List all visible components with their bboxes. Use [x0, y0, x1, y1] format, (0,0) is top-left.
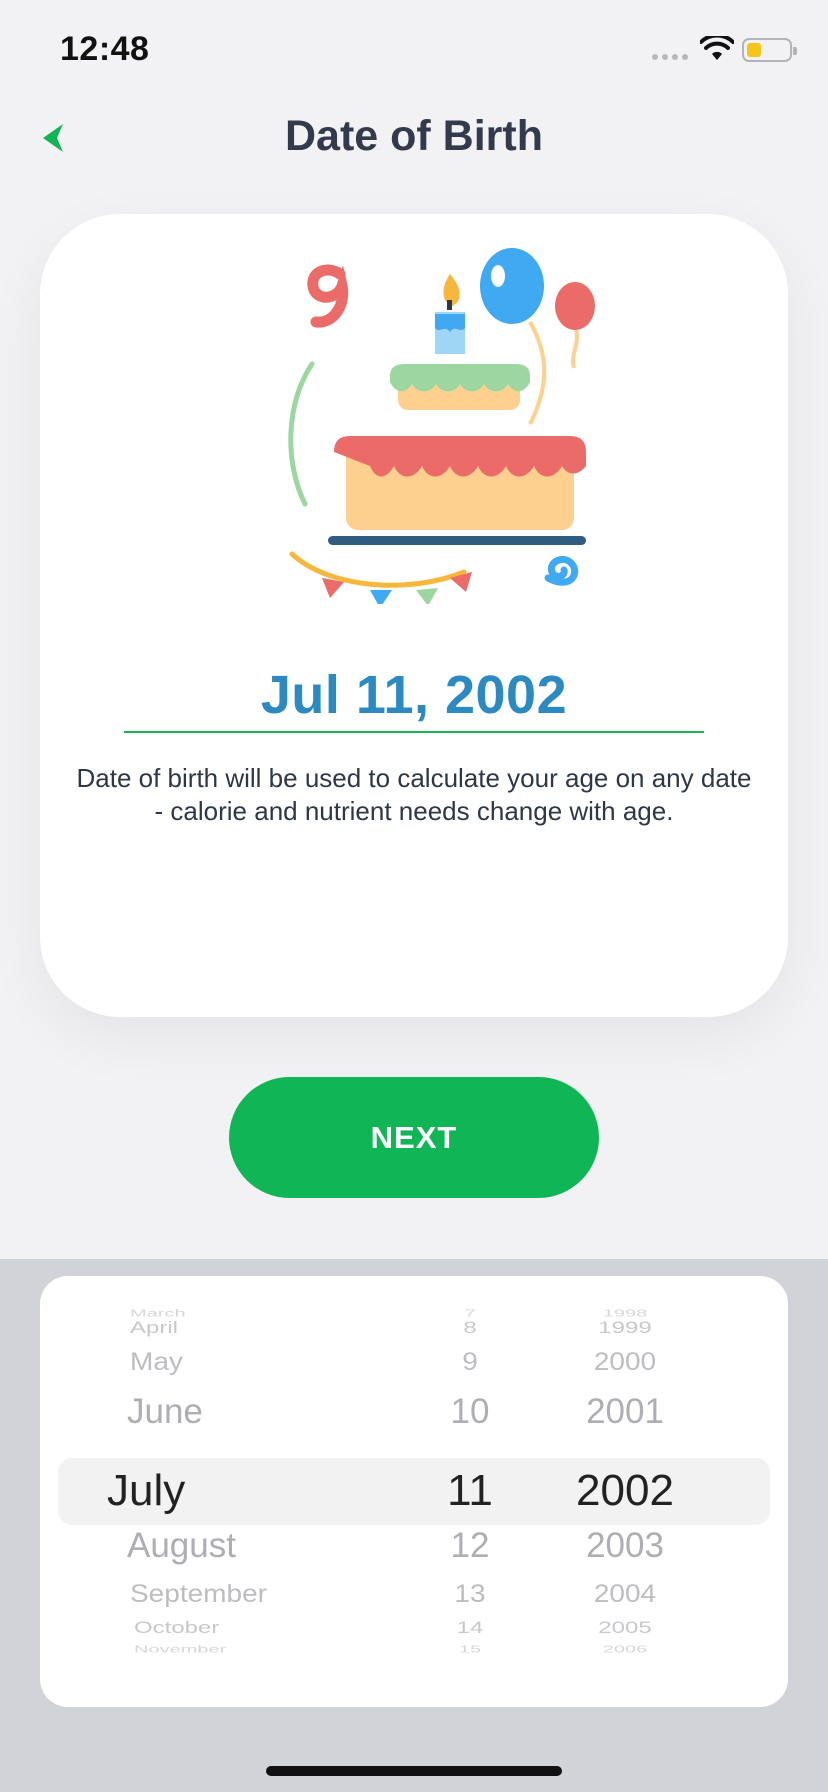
picker-month-item[interactable]: September: [130, 1580, 380, 1608]
picker-month-item[interactable]: May: [130, 1348, 380, 1376]
picker-month-item[interactable]: August: [127, 1526, 380, 1566]
picker-day-item[interactable]: 9: [410, 1348, 530, 1376]
picker-month-item-selected[interactable]: July: [107, 1466, 380, 1516]
date-description: Date of birth will be used to calculate …: [76, 763, 752, 826]
status-bar: 12:48: [0, 0, 828, 100]
day-wheel[interactable]: 7 8 9 10 11 12 13 14 15: [410, 1276, 530, 1707]
page-title: Date of Birth: [285, 112, 543, 160]
date-picker-sheet: March April May June July August Septemb…: [0, 1259, 828, 1792]
status-time: 12:48: [60, 30, 150, 68]
navigation-bar: Date of Birth: [0, 100, 828, 180]
picker-year-item[interactable]: 2001: [540, 1392, 710, 1432]
battery-icon: [742, 38, 797, 62]
picker-day-item[interactable]: 8: [410, 1318, 530, 1338]
picker-day-item[interactable]: 13: [410, 1580, 530, 1608]
home-indicator[interactable]: [266, 1766, 562, 1776]
picker-year-item[interactable]: 2005: [540, 1618, 710, 1638]
picker-day-item-selected[interactable]: 11: [410, 1466, 530, 1516]
date-card: Jul 11, 2002 Date of birth will be used …: [40, 214, 788, 1017]
signal-icon: [652, 54, 688, 60]
picker-day-item[interactable]: 15: [410, 1644, 530, 1656]
picker-year-item[interactable]: 2004: [540, 1580, 710, 1608]
selected-date-value[interactable]: Jul 11, 2002: [40, 664, 788, 726]
picker-day-item[interactable]: 14: [410, 1618, 530, 1638]
picker-year-item[interactable]: 2000: [540, 1348, 710, 1376]
year-wheel[interactable]: 1998 1999 2000 2001 2002 2003 2004 2005 …: [540, 1276, 710, 1707]
picker-month-item[interactable]: April: [130, 1318, 380, 1338]
picker-year-item[interactable]: 1999: [540, 1318, 710, 1338]
picker-day-item[interactable]: 10: [410, 1392, 530, 1432]
picker-year-item[interactable]: 2003: [540, 1526, 710, 1566]
picker-month-item[interactable]: October: [134, 1618, 380, 1638]
picker-year-item[interactable]: 2006: [540, 1644, 710, 1656]
next-button[interactable]: NEXT: [229, 1077, 599, 1198]
month-wheel[interactable]: March April May June July August Septemb…: [107, 1276, 380, 1707]
date-picker[interactable]: March April May June July August Septemb…: [40, 1276, 788, 1707]
picker-day-item[interactable]: 12: [410, 1526, 530, 1566]
picker-month-item[interactable]: June: [127, 1392, 380, 1432]
date-underline: [124, 731, 704, 733]
picker-month-item[interactable]: November: [134, 1644, 380, 1656]
wifi-icon: [700, 36, 734, 60]
birthday-cake-icon: [288, 248, 595, 604]
picker-year-item-selected[interactable]: 2002: [540, 1466, 710, 1516]
